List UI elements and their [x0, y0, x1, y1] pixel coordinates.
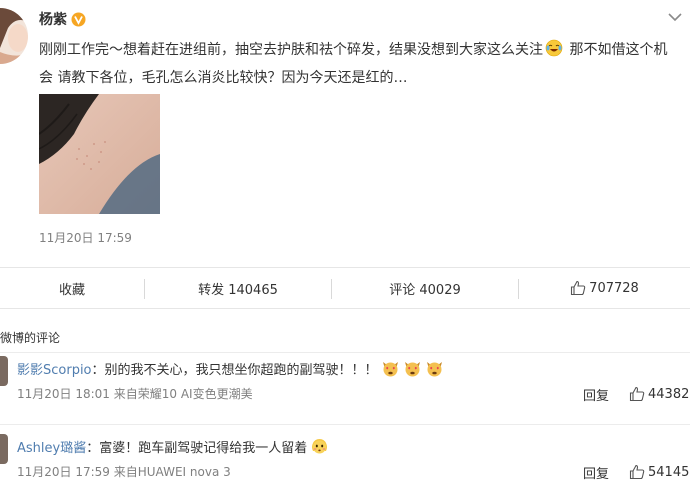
post-text: 刚刚工作完～想着赶在进组前，抽空去护肤和祛个碎发，结果没想到大家这么关注 那不如…	[39, 36, 679, 92]
thumbs-up-icon	[571, 280, 586, 296]
reply-button[interactable]: 回复	[583, 385, 609, 404]
heart-eyes-dog-emoji	[382, 362, 398, 377]
heart-eyes-dog-emoji	[426, 362, 442, 377]
verified-v-icon	[71, 12, 86, 26]
blush-emoji	[312, 439, 328, 454]
comment-meta: 11月20日 17:59 来自HUAWEI nova 3	[17, 465, 231, 479]
laugh-cry-emoji	[545, 39, 563, 57]
like-button[interactable]: 707728	[519, 268, 690, 308]
author-avatar[interactable]	[0, 8, 28, 64]
post-image-thumbnail[interactable]	[39, 94, 160, 214]
comment-like-count: 44382	[648, 386, 690, 402]
comment-button[interactable]: 评论 40029	[332, 268, 518, 308]
comment-body: ：富婆！跑车副驾驶记得给我一人留着	[86, 441, 308, 456]
comment-like-count: 54145	[648, 464, 690, 480]
like-count: 707728	[589, 280, 639, 296]
commenter-name[interactable]: 影影Scorpio	[17, 363, 92, 378]
comment-like-button[interactable]: 54145	[629, 464, 689, 480]
comment-like-button[interactable]: 44382	[629, 386, 689, 402]
author-name[interactable]: 杨紫	[39, 9, 67, 29]
divider	[0, 424, 690, 425]
repost-button[interactable]: 转发 140465	[145, 268, 331, 308]
thumbs-up-icon	[629, 386, 645, 402]
thumbs-up-icon	[629, 464, 645, 480]
comment-body: ：别的我不关心，我只想坐你超跑的副驾驶！！！	[91, 363, 378, 378]
reply-button[interactable]: 回复	[583, 463, 609, 482]
post-timestamp[interactable]: 11月20日 17:59	[39, 229, 132, 246]
post-action-bar: 收藏 转发 140465 评论 40029 707728	[0, 267, 690, 309]
comments-section-title: 微博的评论	[0, 331, 61, 345]
chevron-down-icon[interactable]	[668, 12, 682, 22]
commenter-avatar[interactable]	[0, 434, 8, 464]
heart-eyes-dog-emoji	[404, 362, 420, 377]
commenter-avatar[interactable]	[0, 356, 8, 386]
comment-meta: 11月20日 18:01 来自荣耀10 AI变色更潮美	[17, 387, 253, 401]
commenter-name[interactable]: Ashley璐酱	[17, 441, 86, 456]
divider	[0, 352, 690, 353]
comment-text: 影影Scorpio：别的我不关心，我只想坐你超跑的副驾驶！！！	[17, 359, 444, 378]
comment-text: Ashley璐酱：富婆！跑车副驾驶记得给我一人留着	[17, 437, 329, 456]
favorite-button[interactable]: 收藏	[0, 268, 144, 308]
post-text-part1: 刚刚工作完～想着赶在进组前，抽空去护肤和祛个碎发，结果没想到大家这么关注	[39, 42, 543, 58]
